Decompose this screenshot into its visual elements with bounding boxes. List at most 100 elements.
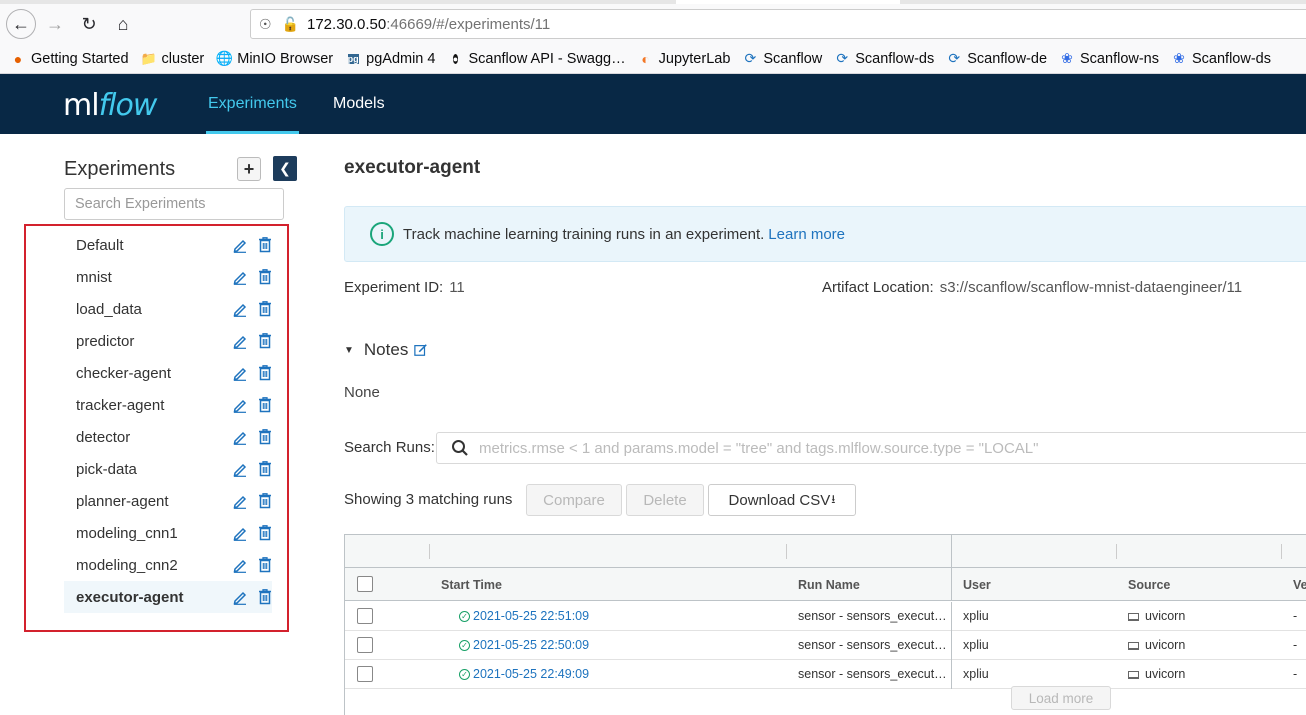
bookmark-item[interactable]: ● Getting Started [10, 51, 129, 67]
trash-icon[interactable] [257, 236, 273, 253]
sidebar-item-Default[interactable]: Default [64, 229, 272, 261]
edit-icon[interactable] [232, 269, 248, 285]
trash-icon[interactable] [257, 524, 273, 541]
runs-table: Start Time Run Name User Source Ve ✓2021… [344, 534, 1306, 715]
edit-icon[interactable] [232, 525, 248, 541]
search-runs-input[interactable]: metrics.rmse < 1 and params.model = "tre… [436, 432, 1306, 464]
edit-icon[interactable] [232, 333, 248, 349]
row-checkbox[interactable] [357, 608, 373, 624]
table-header: Start Time Run Name User Source Ve [345, 568, 1306, 601]
header-user[interactable]: User [963, 578, 991, 592]
edit-icon[interactable] [232, 397, 248, 413]
delete-button[interactable]: Delete [626, 484, 704, 516]
group-separator [1116, 544, 1117, 559]
sidebar-item-executor-agent[interactable]: executor-agent [64, 581, 272, 613]
run-start-time-link[interactable]: ✓ 2021-05-25 22:49:09 [459, 667, 589, 681]
trash-icon[interactable] [257, 588, 273, 605]
notes-toggle[interactable]: ▼ Notes [344, 340, 428, 360]
row-checkbox[interactable] [357, 637, 373, 653]
header-source[interactable]: Source [1128, 578, 1170, 592]
select-all-checkbox[interactable] [357, 576, 373, 592]
run-source-name: uvicorn [1145, 638, 1186, 652]
sidebar-item-predictor[interactable]: predictor [64, 325, 272, 357]
trash-icon[interactable] [257, 300, 273, 317]
sidebar-item-tracker-agent[interactable]: tracker-agent [64, 389, 272, 421]
bookmark-item[interactable]: ❀ Scanflow-ds [1171, 50, 1271, 67]
experiment-name: pick-data [76, 460, 137, 478]
header-version[interactable]: Ve [1293, 578, 1306, 592]
swagger-icon: ● [452, 53, 459, 64]
header-start-time[interactable]: Start Time [441, 578, 502, 592]
nav-experiments[interactable]: Experiments [206, 74, 299, 134]
shield-icon[interactable]: ☉ [259, 16, 272, 33]
bookmark-item[interactable]: ◐ JupyterLab [638, 50, 731, 67]
back-arrow-icon[interactable]: ← [6, 9, 36, 39]
bookmark-item[interactable]: 📁 cluster [140, 51, 204, 67]
trash-icon[interactable] [257, 556, 273, 573]
edit-notes-icon[interactable] [414, 343, 428, 357]
bookmark-label: Getting Started [31, 50, 129, 67]
sidebar-item-modeling-cnn1[interactable]: modeling_cnn1 [64, 517, 272, 549]
sidebar-item-detector[interactable]: detector [64, 421, 272, 453]
edit-icon[interactable] [232, 461, 248, 477]
run-name[interactable]: sensor - sensors_execut… [798, 638, 947, 652]
bookmark-item[interactable]: 🌐 MinIO Browser [216, 50, 334, 67]
collapse-sidebar-button[interactable]: ❮ [273, 156, 297, 181]
load-more-button[interactable]: Load more [1011, 686, 1111, 710]
run-name[interactable]: sensor - sensors_execut… [798, 667, 947, 681]
search-runs-placeholder: metrics.rmse < 1 and params.model = "tre… [479, 439, 1039, 457]
sidebar-item-modeling-cnn2[interactable]: modeling_cnn2 [64, 549, 272, 581]
header-run-name[interactable]: Run Name [798, 578, 860, 592]
bookmark-item[interactable]: ● Scanflow API - Swagg… [447, 51, 626, 67]
row-checkbox[interactable] [357, 666, 373, 682]
sidebar-item-checker-agent[interactable]: checker-agent [64, 357, 272, 389]
trash-icon[interactable] [257, 396, 273, 413]
experiment-list: Default mnist load_data predictor checker-ag… [64, 229, 272, 613]
edit-icon[interactable] [232, 237, 248, 253]
mlflow-logo[interactable]: mlflow [63, 88, 158, 123]
compare-button[interactable]: Compare [526, 484, 622, 516]
trash-icon[interactable] [257, 364, 273, 381]
reload-icon[interactable]: ↻ [74, 9, 104, 39]
bookmark-item[interactable]: ⟳ Scanflow [742, 50, 823, 67]
trash-icon[interactable] [257, 332, 273, 349]
learn-more-link[interactable]: Learn more [768, 226, 845, 243]
nav-models[interactable]: Models [333, 74, 385, 134]
bookmark-label: JupyterLab [658, 50, 731, 67]
notes-value: None [344, 384, 380, 401]
sidebar-item-planner-agent[interactable]: planner-agent [64, 485, 272, 517]
trash-icon[interactable] [257, 428, 273, 445]
bookmark-item[interactable]: ❀ Scanflow-ns [1059, 50, 1159, 67]
run-start-time-link[interactable]: ✓ 2021-05-25 22:50:09 [459, 638, 589, 652]
edit-icon[interactable] [232, 557, 248, 573]
laptop-icon [1128, 613, 1139, 621]
logo-flow: flow [98, 88, 158, 123]
url-bar[interactable]: ☉ 🔓 172.30.0.50:46669/#/experiments/11 [250, 9, 1306, 39]
laptop-icon [1128, 671, 1139, 679]
edit-icon[interactable] [232, 429, 248, 445]
run-name[interactable]: sensor - sensors_execut… [798, 609, 947, 623]
trash-icon[interactable] [257, 268, 273, 285]
sidebar-item-pick-data[interactable]: pick-data [64, 453, 272, 485]
laptop-icon [1128, 642, 1139, 650]
forward-arrow-icon[interactable]: → [40, 9, 70, 39]
search-experiments-input[interactable] [64, 188, 284, 220]
home-icon[interactable]: ⌂ [108, 9, 138, 39]
download-csv-button[interactable]: Download CSV ⭳ [708, 484, 856, 516]
insecure-lock-icon[interactable]: 🔓 [282, 16, 299, 33]
edit-icon[interactable] [232, 493, 248, 509]
trash-icon[interactable] [257, 460, 273, 477]
edit-icon[interactable] [232, 365, 248, 381]
sidebar-item-load-data[interactable]: load_data [64, 293, 272, 325]
edit-icon[interactable] [232, 589, 248, 605]
add-experiment-button[interactable]: + [237, 157, 261, 181]
run-start-time-link[interactable]: ✓ 2021-05-25 22:51:09 [459, 609, 589, 623]
firefox-icon: ● [13, 50, 23, 67]
edit-icon[interactable] [232, 301, 248, 317]
bookmark-item[interactable]: ⟳ Scanflow-ds [834, 50, 934, 67]
bookmark-item[interactable]: ⟳ Scanflow-de [946, 50, 1047, 67]
sidebar-item-mnist[interactable]: mnist [64, 261, 272, 293]
bookmark-item[interactable]: pg pgAdmin 4 [345, 51, 435, 67]
trash-icon[interactable] [257, 492, 273, 509]
experiment-name: modeling_cnn1 [76, 524, 178, 542]
